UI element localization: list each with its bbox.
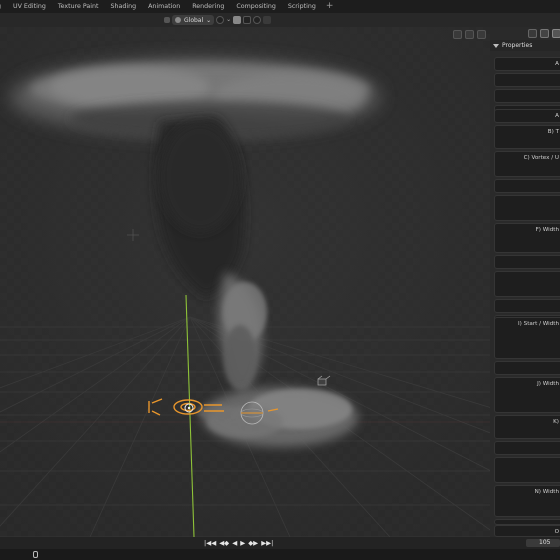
3d-viewport[interactable] (0, 27, 490, 537)
jump-to-keyframe-back-button[interactable]: ◀◆ (219, 539, 229, 547)
property-field-8[interactable] (494, 179, 560, 193)
property-field-b[interactable]: B) T (494, 125, 560, 149)
chevron-down-icon: ⌄ (206, 16, 212, 24)
properties-panel: Properties A A B) T C) Vortex / U F) Wid… (490, 27, 560, 537)
property-field-9[interactable] (494, 195, 560, 221)
property-field-2[interactable] (494, 73, 560, 87)
jump-to-start-button[interactable]: |◀◀ (204, 539, 216, 547)
property-field-20[interactable] (494, 457, 560, 483)
property-field-19[interactable] (494, 441, 560, 455)
pivot-dropdown-icon[interactable]: ⌄ (226, 16, 231, 24)
property-field-c[interactable]: C) Vortex / U (494, 151, 560, 177)
global-transform-icon (175, 17, 181, 23)
collapse-triangle-icon (493, 43, 499, 48)
property-field-12[interactable] (494, 271, 560, 297)
property-field-k[interactable]: K) (494, 415, 560, 439)
workspace-tab-bar: g UV Editing Texture Paint Shading Anima… (0, 0, 560, 13)
panel-header-toolbar (528, 29, 560, 38)
snap-icon[interactable] (233, 16, 242, 24)
tab-layout[interactable]: g (0, 0, 7, 13)
gizmo-icon[interactable] (477, 30, 486, 39)
jump-to-end-button[interactable]: ▶▶| (261, 539, 273, 547)
property-field-n[interactable]: N) Width (494, 485, 560, 517)
expand-icon[interactable] (540, 29, 549, 38)
timeline-bar: |◀◀ ◀◆ ◀ ▶ ◆▶ ▶▶| 105 (0, 537, 560, 549)
pin-icon[interactable] (528, 29, 537, 38)
property-field-a2[interactable]: A (494, 109, 560, 123)
pivot-icon[interactable] (216, 16, 225, 24)
shading-mode-icon[interactable] (453, 30, 462, 39)
transform-orientation-group: Global ⌄ ⌄ (164, 15, 272, 25)
tab-shading[interactable]: Shading (105, 0, 143, 13)
current-frame-field[interactable]: 105 (526, 539, 560, 547)
property-field-16[interactable] (494, 361, 560, 375)
settings-icon[interactable] (552, 29, 560, 38)
tab-rendering[interactable]: Rendering (186, 0, 230, 13)
overlay-icon[interactable] (465, 30, 474, 39)
playback-controls: |◀◀ ◀◆ ◀ ▶ ◆▶ ▶▶| (204, 539, 273, 547)
tab-scripting[interactable]: Scripting (282, 0, 322, 13)
tab-texture-paint[interactable]: Texture Paint (52, 0, 105, 13)
transform-orientation-label: Global (184, 16, 204, 24)
proportional-edit-icon[interactable] (253, 16, 262, 24)
tab-compositing[interactable]: Compositing (230, 0, 281, 13)
status-bar (0, 549, 560, 560)
viewport-header: Global ⌄ ⌄ (0, 13, 560, 27)
play-button[interactable]: ▶ (240, 539, 245, 547)
object-type-icon[interactable] (164, 17, 170, 23)
viewport-overlay-toolbar (453, 30, 486, 39)
add-workspace-button[interactable]: + (322, 0, 338, 13)
play-reverse-button[interactable]: ◀ (232, 539, 237, 547)
property-field-f[interactable]: F) Width (494, 223, 560, 253)
properties-panel-title: Properties (502, 42, 533, 49)
property-field-i[interactable]: I) Start / Width (494, 317, 560, 359)
mouse-icon (33, 551, 38, 558)
property-field-a1[interactable]: A (494, 57, 560, 71)
property-field-j[interactable]: J) Width (494, 377, 560, 413)
proportional-falloff-icon[interactable] (263, 16, 272, 24)
jump-to-keyframe-forward-button[interactable]: ◆▶ (248, 539, 258, 547)
property-field-13[interactable] (494, 299, 560, 313)
transform-orientation-dropdown[interactable]: Global ⌄ (172, 15, 215, 25)
snap-settings-icon[interactable] (243, 16, 252, 24)
viewport-scene (0, 27, 490, 537)
property-field-11[interactable] (494, 255, 560, 269)
properties-panel-header[interactable]: Properties (490, 40, 560, 51)
tab-animation[interactable]: Animation (142, 0, 186, 13)
property-field-3[interactable] (494, 89, 560, 103)
tab-uv-editing[interactable]: UV Editing (7, 0, 52, 13)
property-field-o[interactable]: O (494, 525, 560, 537)
